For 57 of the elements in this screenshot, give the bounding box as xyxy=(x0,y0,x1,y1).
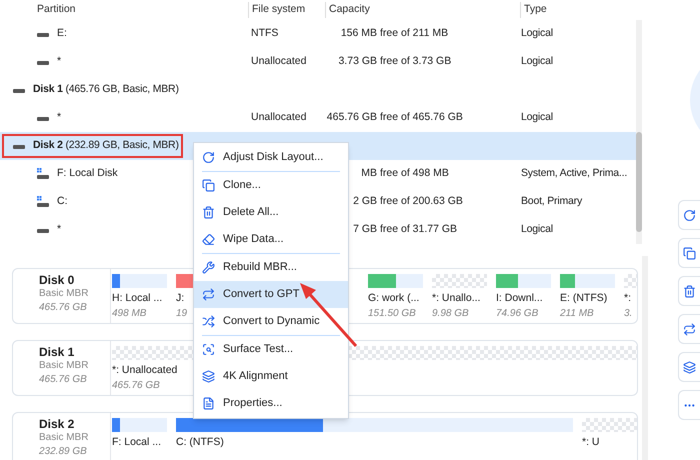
disk-style: Basic MBR xyxy=(39,359,90,373)
type-text: Logical xyxy=(521,55,553,68)
disk-title: Disk 1 (465.76 GB, Basic, MBR) xyxy=(33,82,179,98)
size-text: 465.76 GB xyxy=(326,110,377,126)
type-text: Logical xyxy=(521,27,553,40)
partition-name: E: xyxy=(57,26,67,42)
partition-size: 151.50 GB xyxy=(368,308,416,320)
partition-label: H: Local ... xyxy=(112,292,162,304)
type-text: Logical xyxy=(521,111,553,124)
partition-label: *: Unallocated xyxy=(112,364,178,376)
free-text: free of 498 MB xyxy=(380,167,449,180)
free-text: free of 3.73 GB xyxy=(380,55,452,68)
partition-label: *: U xyxy=(582,436,600,448)
partition-label: E: (NTFS) xyxy=(560,292,608,304)
partition-size: 74.96 GB xyxy=(496,308,538,320)
type-text: Boot, Primary xyxy=(521,195,582,208)
type-text: System, Active, Prima... xyxy=(521,167,628,180)
disk-size: 465.76 GB xyxy=(39,373,88,387)
free-text: free of 211 MB xyxy=(380,27,448,40)
partition-size: 19 xyxy=(176,308,188,320)
free-text: free of 31.77 GB xyxy=(380,223,458,236)
size-text: 3.73 GB xyxy=(338,54,377,70)
partition-label: *: Unallo... xyxy=(432,292,480,304)
partition-size: 498 MB xyxy=(112,308,146,320)
partition-name: F: Local Disk xyxy=(57,166,118,182)
type-text: Logical xyxy=(521,223,553,236)
disk-name: Disk 1 xyxy=(39,345,76,359)
file-system-text: Unallocated xyxy=(251,111,306,124)
size-text: MB xyxy=(361,166,377,182)
partition-label: I: Downl... xyxy=(496,292,543,304)
partition-size: 465.76 GB xyxy=(112,380,160,392)
partition-size: 9.98 GB xyxy=(432,308,469,320)
partition-size: 3. xyxy=(624,308,632,320)
disk-size: 232.89 GB xyxy=(39,445,88,459)
partition-name: * xyxy=(57,54,62,70)
partition-size: 211 MB xyxy=(560,308,594,320)
disk-name: Disk 2 xyxy=(39,417,76,431)
disk-name: Disk 0 xyxy=(39,273,76,287)
partition-label: G: work (... xyxy=(368,292,420,304)
free-text: free of 200.63 GB xyxy=(380,195,463,208)
size-text: 2 GB xyxy=(353,194,377,210)
disk-style: Basic MBR xyxy=(39,431,90,445)
disk-size: 465.76 GB xyxy=(39,301,88,315)
partition-label: J: xyxy=(176,292,184,304)
size-text: 7 GB xyxy=(353,222,377,238)
partition-name: * xyxy=(57,222,62,238)
partition-name: * xyxy=(57,110,62,126)
partition-label: C: (NTFS) xyxy=(176,436,224,448)
file-system-text: NTFS xyxy=(251,27,278,40)
file-system-text: Unallocated xyxy=(251,55,306,68)
disk-title: Disk 2 (232.89 GB, Basic, MBR) xyxy=(33,138,179,154)
partition-label: *: xyxy=(624,292,632,304)
size-text: 156 MB xyxy=(340,26,377,42)
partition-name: C: xyxy=(57,194,68,210)
partition-label: F: Local ... xyxy=(112,436,162,448)
disk-style: Basic MBR xyxy=(39,287,90,301)
free-text: free of 465.76 GB xyxy=(380,111,463,124)
